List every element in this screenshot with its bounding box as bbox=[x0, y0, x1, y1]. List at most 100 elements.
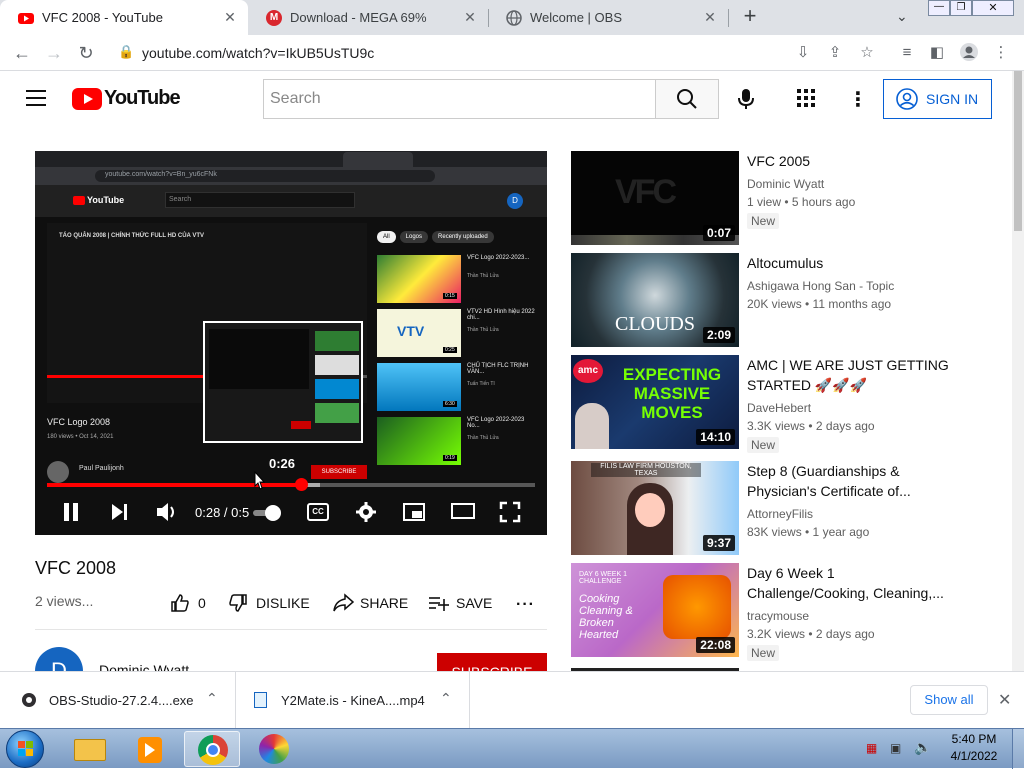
video-file-icon bbox=[254, 692, 267, 708]
autoplay-toggle[interactable] bbox=[253, 505, 283, 521]
rec-channel[interactable]: tracymouse bbox=[747, 609, 809, 623]
start-button[interactable] bbox=[6, 730, 44, 768]
like-button[interactable]: 0 bbox=[170, 593, 206, 613]
rec-title[interactable]: AMC | WE ARE JUST GETTING STARTED 🚀🚀🚀 bbox=[747, 355, 957, 395]
show-all-button[interactable]: Show all bbox=[910, 685, 988, 715]
media-queue-icon[interactable]: ≡ bbox=[896, 42, 918, 64]
playlist-add-icon bbox=[429, 597, 449, 611]
rec-channel[interactable]: Ashigawa Hong San - Topic bbox=[747, 279, 894, 293]
media-player-icon[interactable] bbox=[122, 731, 178, 767]
recommendation-item[interactable]: VFC 0:07 VFC 2005 Dominic Wyatt 1 view •… bbox=[571, 151, 1001, 247]
clock-date: 4/1/2022 bbox=[950, 749, 998, 763]
video-thumbnail[interactable]: amc EXPECTING MASSIVE MOVES 14:10 bbox=[571, 355, 739, 449]
video-thumbnail[interactable]: VFC 0:07 bbox=[571, 151, 739, 245]
search-input[interactable]: Search bbox=[263, 79, 656, 119]
video-thumbnail[interactable]: CLOUDS 2:09 bbox=[571, 253, 739, 347]
video-thumbnail[interactable]: DAY 6 WEEK 1 CHALLENGE Cooking Cleaning … bbox=[571, 563, 739, 657]
recommendation-item[interactable]: amc EXPECTING MASSIVE MOVES 14:10 AMC | … bbox=[571, 355, 1001, 453]
miniplayer-icon[interactable] bbox=[403, 503, 425, 521]
rec-channel[interactable]: Dominic Wyatt bbox=[747, 177, 824, 191]
recommendation-item[interactable]: FILIS LAW FIRM HOUSTON, TEXAS 9:37 Step … bbox=[571, 461, 1001, 557]
close-downloads-icon[interactable]: ✕ bbox=[998, 690, 1011, 710]
apps-grid-icon[interactable] bbox=[797, 89, 815, 107]
forward-arrow-icon[interactable]: → bbox=[42, 41, 66, 65]
download-filename: OBS-Studio-27.2.4....exe bbox=[49, 693, 194, 708]
recommendation-item[interactable]: DAY 6 WEEK 1 CHALLENGE Cooking Cleaning … bbox=[571, 563, 1001, 661]
close-tab-icon[interactable]: ✕ bbox=[222, 9, 238, 25]
obs-pinwheel-icon[interactable] bbox=[246, 731, 302, 767]
side-panel-icon[interactable]: ◧ bbox=[926, 42, 948, 64]
page-scrollbar[interactable] bbox=[1012, 71, 1024, 671]
download-item[interactable]: Y2Mate.is - KineA....mp4 ⌃ bbox=[236, 672, 470, 729]
volume-tray-icon[interactable]: 🔈 bbox=[914, 739, 931, 756]
download-menu-chevron-icon[interactable]: ⌃ bbox=[206, 690, 218, 707]
profile-icon[interactable] bbox=[958, 42, 980, 64]
youtube-logo[interactable]: YouTube bbox=[72, 87, 181, 110]
rec-title[interactable]: Altocumulus bbox=[747, 253, 957, 273]
close-tab-icon[interactable]: ✕ bbox=[702, 9, 718, 25]
inner-toolbar: youtube.com/watch?v=Bn_yu6cFNk bbox=[35, 167, 547, 185]
dislike-button[interactable]: DISLIKE bbox=[228, 593, 310, 613]
settings-gear-icon[interactable] bbox=[355, 501, 377, 523]
captions-icon[interactable]: CC bbox=[307, 503, 329, 521]
view-count[interactable]: 2 views... bbox=[35, 593, 93, 609]
new-badge: New bbox=[747, 437, 780, 453]
tab-mega[interactable]: M Download - MEGA 69% ✕ bbox=[248, 0, 488, 35]
rec-channel[interactable]: AttorneyFilis bbox=[747, 507, 813, 521]
download-item[interactable]: OBS-Studio-27.2.4....exe ⌃ bbox=[0, 672, 236, 729]
rec-channel[interactable]: DaveHebert bbox=[747, 401, 811, 415]
fullscreen-icon[interactable] bbox=[499, 501, 521, 523]
sign-in-button[interactable]: SIGN IN bbox=[883, 79, 992, 119]
address-bar[interactable]: 🔒 youtube.com/watch?v=IkUB5UsTU9c bbox=[106, 38, 886, 68]
recommendation-item[interactable]: CLOUDS 2:09 Altocumulus Ashigawa Hong Sa… bbox=[571, 253, 1001, 349]
rec-meta: 1 view • 5 hours ago bbox=[747, 195, 856, 209]
new-tab-button[interactable]: + bbox=[738, 5, 762, 29]
file-explorer-icon[interactable] bbox=[62, 731, 118, 767]
theater-mode-icon[interactable] bbox=[451, 503, 475, 519]
pause-icon[interactable] bbox=[61, 501, 81, 523]
more-actions-icon[interactable]: ··· bbox=[516, 596, 535, 614]
mega-favicon-icon: M bbox=[266, 9, 282, 26]
volume-icon[interactable] bbox=[155, 501, 179, 523]
next-video-icon[interactable] bbox=[109, 501, 129, 523]
thumbs-up-icon bbox=[171, 594, 189, 612]
network-tray-icon[interactable]: ▣ bbox=[890, 741, 901, 755]
show-desktop-button[interactable] bbox=[1012, 729, 1024, 769]
rec-title[interactable]: Step 8 (Guardianships & Physician's Cert… bbox=[747, 461, 957, 501]
close-window-button[interactable]: ✕ bbox=[972, 0, 1014, 16]
hamburger-menu-icon[interactable] bbox=[26, 90, 46, 106]
search-button[interactable] bbox=[655, 79, 719, 119]
network-status-icon[interactable]: ▦ bbox=[866, 741, 877, 755]
reload-icon[interactable]: ↻ bbox=[74, 41, 98, 65]
tab-youtube[interactable]: VFC 2008 - YouTube ✕ bbox=[0, 0, 248, 35]
microphone-icon[interactable] bbox=[734, 87, 758, 116]
youtube-play-logo-icon bbox=[72, 87, 102, 110]
share-button[interactable]: SHARE bbox=[332, 593, 408, 613]
more-menu-icon[interactable]: ⋮ bbox=[990, 42, 1012, 64]
restore-button[interactable]: ❐ bbox=[950, 0, 972, 16]
save-button[interactable]: SAVE bbox=[428, 593, 492, 613]
rec-title[interactable]: Day 6 Week 1 Challenge/Cooking, Cleaning… bbox=[747, 563, 957, 603]
video-thumbnail[interactable]: FILIS LAW FIRM HOUSTON, TEXAS 9:37 bbox=[571, 461, 739, 555]
scrubber-handle[interactable] bbox=[294, 478, 308, 491]
minimize-button[interactable]: — bbox=[928, 0, 950, 16]
tab-obs[interactable]: Welcome | OBS ✕ bbox=[488, 0, 728, 35]
clock[interactable]: 5:40 PM 4/1/2022 bbox=[944, 732, 1004, 763]
tab-search-chevron-icon[interactable]: ⌄ bbox=[896, 8, 908, 25]
back-arrow-icon[interactable]: ← bbox=[10, 41, 34, 65]
close-tab-icon[interactable]: ✕ bbox=[462, 9, 478, 25]
chrome-taskbar-icon[interactable] bbox=[184, 731, 240, 767]
install-app-icon[interactable]: ⇩ bbox=[792, 42, 814, 64]
tab-title: Welcome | OBS bbox=[530, 10, 622, 25]
browser-tab-strip: VFC 2008 - YouTube ✕ M Download - MEGA 6… bbox=[0, 0, 1024, 35]
rec-title[interactable]: VFC 2005 bbox=[747, 151, 957, 171]
download-menu-chevron-icon[interactable]: ⌃ bbox=[440, 690, 452, 707]
browser-toolbar: ← → ↻ 🔒 youtube.com/watch?v=IkUB5UsTU9c … bbox=[0, 35, 1024, 71]
settings-more-icon[interactable]: ⋮ bbox=[848, 87, 868, 112]
bookmark-star-icon[interactable]: ☆ bbox=[856, 42, 878, 64]
share-icon[interactable]: ⇪ bbox=[824, 42, 846, 64]
inner-nested-window bbox=[203, 321, 363, 443]
duration-badge: 14:10 bbox=[696, 429, 735, 445]
progress-bar[interactable] bbox=[47, 478, 535, 491]
video-player[interactable]: youtube.com/watch?v=Bn_yu6cFNk YouTube S… bbox=[35, 151, 547, 535]
